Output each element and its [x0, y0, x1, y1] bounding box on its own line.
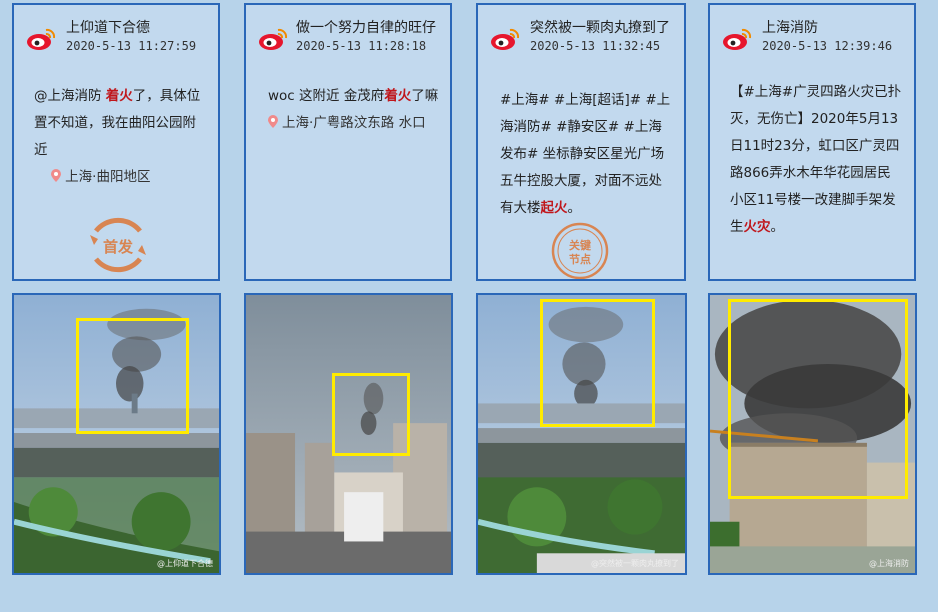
post-location[interactable]: 上海·广粤路汶东路 水口 [282, 115, 426, 131]
fire-photo-overpass-2[interactable]: @突然被一颗肉丸撩到了 [478, 295, 685, 573]
post-text: @上海消防 着火了，具体位置不知道，我在曲阳公园附近 上海·曲阳地区 [34, 83, 208, 191]
post-text-part: 。 [567, 200, 582, 216]
smoke-highlight-box [332, 373, 410, 456]
weibo-logo-icon [27, 28, 56, 50]
post-timestamp: 2020-5-13 11:32:45 [530, 39, 661, 53]
post-card-3: 突然被一颗肉丸撩到了 2020-5-13 11:32:45 #上海# #上海[超… [476, 3, 686, 281]
stamp-label-line1: 关键 [569, 238, 592, 252]
first-post-stamp: 首发 [86, 213, 150, 277]
photo-card-2[interactable] [244, 293, 453, 575]
post-text-part: 。 [770, 219, 785, 235]
photo-watermark: @上海消防 [869, 559, 909, 568]
photo-card-1[interactable]: @上仰道下合德 [12, 293, 221, 575]
post-text-part: @上海消防 [34, 88, 106, 104]
post-text: woc 这附近 金茂府着火了嘛 上海·广粤路汶东路 水口 [268, 83, 440, 137]
smoke-highlight-box [76, 318, 189, 434]
weibo-logo-icon [259, 28, 288, 50]
key-node-stamp: 关键 节点 [548, 219, 612, 279]
stamp-label-line2: 节点 [569, 252, 591, 266]
stamp-label: 首发 [103, 238, 134, 256]
photo-watermark: @上仰道下合德 [157, 559, 213, 568]
post-highlight: 着火 [384, 88, 412, 104]
post-location[interactable]: 上海·曲阳地区 [65, 169, 150, 185]
post-text-part: 了嘛 [411, 88, 439, 104]
smoke-highlight-box [728, 299, 908, 499]
location-pin-icon [268, 115, 278, 128]
location-pin-icon [51, 169, 62, 182]
weibo-logo-icon [491, 28, 520, 50]
post-timestamp: 2020-5-13 11:28:18 [296, 39, 427, 53]
post-highlight: 火灾 [743, 219, 771, 235]
post-card-1: 上仰道下合德 2020-5-13 11:27:59 @上海消防 着火了，具体位置… [12, 3, 220, 281]
fire-photo-closeup[interactable]: @上海消防 [710, 295, 915, 573]
post-timestamp: 2020-5-13 12:39:46 [762, 39, 893, 53]
post-card-4: 上海消防 2020-5-13 12:39:46 【#上海#广灵四路火灾已扑灭，无… [708, 3, 916, 281]
post-highlight: 着火 [105, 88, 133, 104]
fire-photo-window-view[interactable] [246, 295, 451, 573]
weibo-logo-icon [723, 28, 752, 50]
post-text-part: woc 这附近 金茂府 [268, 88, 385, 104]
photo-card-4[interactable]: @上海消防 [708, 293, 917, 575]
fire-photo-curved-overpass[interactable]: @上仰道下合德 [14, 295, 219, 573]
post-text: #上海# #上海[超话]# #上海消防# #静安区# #上海发布# 坐标静安区星… [500, 87, 674, 222]
smoke-highlight-box [540, 299, 655, 427]
photo-card-3[interactable]: @突然被一颗肉丸撩到了 [476, 293, 687, 575]
post-timestamp: 2020-5-13 11:27:59 [66, 39, 197, 53]
post-text-part: 【#上海#广灵四路火灾已扑灭，无伤亡】2020年5月13日11时23分，虹口区广… [730, 84, 902, 235]
post-card-2: 做一个努力自律的旺仔 2020-5-13 11:28:18 woc 这附近 金茂… [244, 3, 452, 281]
photo-watermark: @突然被一颗肉丸撩到了 [591, 559, 679, 568]
post-text: 【#上海#广灵四路火灾已扑灭，无伤亡】2020年5月13日11时23分，虹口区广… [730, 79, 904, 241]
post-username[interactable]: 上仰道下合德 [66, 17, 150, 37]
post-text-part: #上海# #上海[超话]# #上海消防# #静安区# #上海发布# 坐标静安区星… [500, 92, 671, 216]
post-highlight: 起火 [540, 200, 568, 216]
post-username[interactable]: 做一个努力自律的旺仔 [296, 17, 436, 37]
post-username[interactable]: 上海消防 [762, 17, 818, 37]
post-username[interactable]: 突然被一颗肉丸撩到了 [530, 17, 670, 37]
